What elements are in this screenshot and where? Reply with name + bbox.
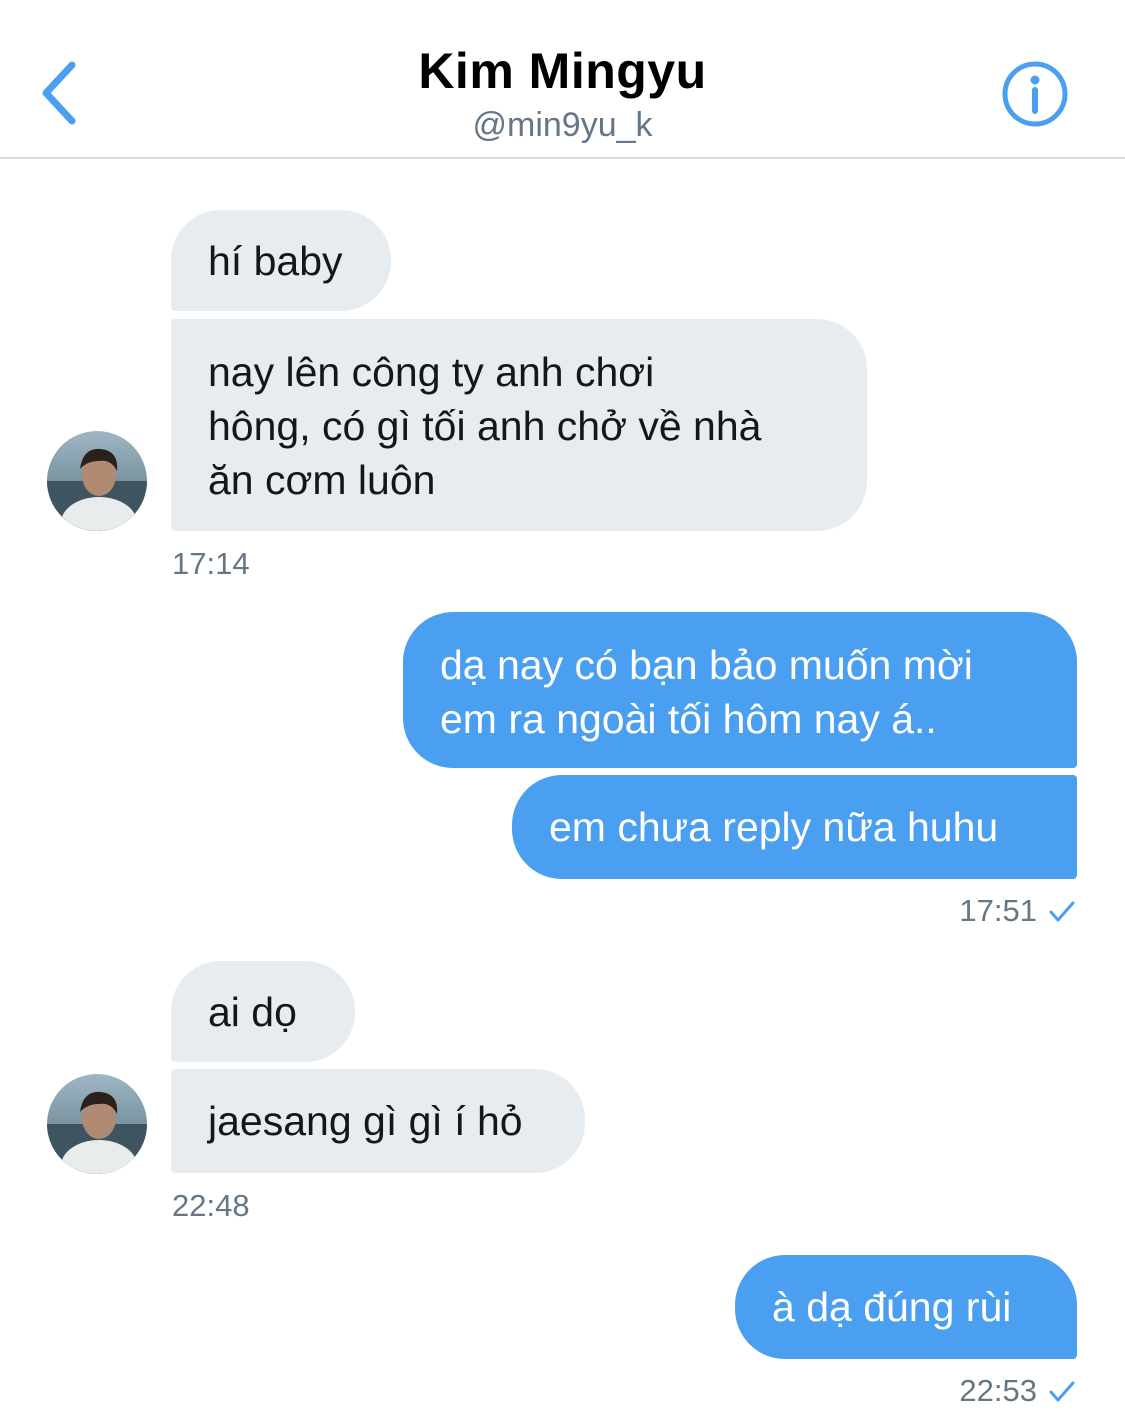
message-text-line: dạ nay có bạn bảo muốn mời [440,642,973,688]
timestamp: 22:48 [172,1188,250,1223]
contact-handle: @min9yu_k [472,106,653,144]
contact-name[interactable]: Kim Mingyu [0,42,1125,100]
checkmark-icon [1049,893,1075,929]
timestamp-with-status: 17:51 [959,893,1075,929]
message-text: à dạ đúng rùi [772,1284,1012,1330]
conversation-header: Kim Mingyu @min9yu_k [0,0,1125,159]
info-icon [1002,61,1068,127]
message-bubble-incoming[interactable]: jaesang gì gì í hỏ [171,1069,585,1173]
checkmark-icon [1049,1373,1075,1409]
message-bubble-outgoing[interactable]: à dạ đúng rùi [735,1255,1077,1359]
message-text: ai dọ [208,988,297,1035]
timestamp: 22:53 [959,1373,1037,1408]
message-text-line: hông, có gì tối anh chở về nhà [208,403,762,449]
message-text-line: nay lên công ty anh chơi [208,349,655,395]
timestamp-with-status: 22:53 [959,1373,1075,1409]
avatar[interactable] [47,1074,147,1174]
avatar[interactable] [47,431,147,531]
message-text: hí baby [208,237,343,284]
message-text-line: em ra ngoài tối hôm nay á.. [440,696,937,742]
message-text: em chưa reply nữa huhu [549,804,999,850]
message-text-line: ăn cơm luôn [208,457,436,503]
message-bubble-incoming[interactable]: nay lên công ty anh chơi hông, có gì tối… [171,319,867,531]
message-bubble-incoming[interactable]: hí baby [171,210,391,311]
message-bubble-outgoing[interactable]: dạ nay có bạn bảo muốn mời em ra ngoài t… [403,612,1077,768]
message-text: jaesang gì gì í hỏ [208,1098,523,1144]
message-bubble-outgoing[interactable]: em chưa reply nữa huhu [512,775,1077,879]
info-button[interactable] [1001,60,1069,128]
timestamp: 17:51 [959,893,1037,928]
timestamp: 17:14 [172,546,250,581]
message-bubble-incoming[interactable]: ai dọ [171,961,355,1062]
